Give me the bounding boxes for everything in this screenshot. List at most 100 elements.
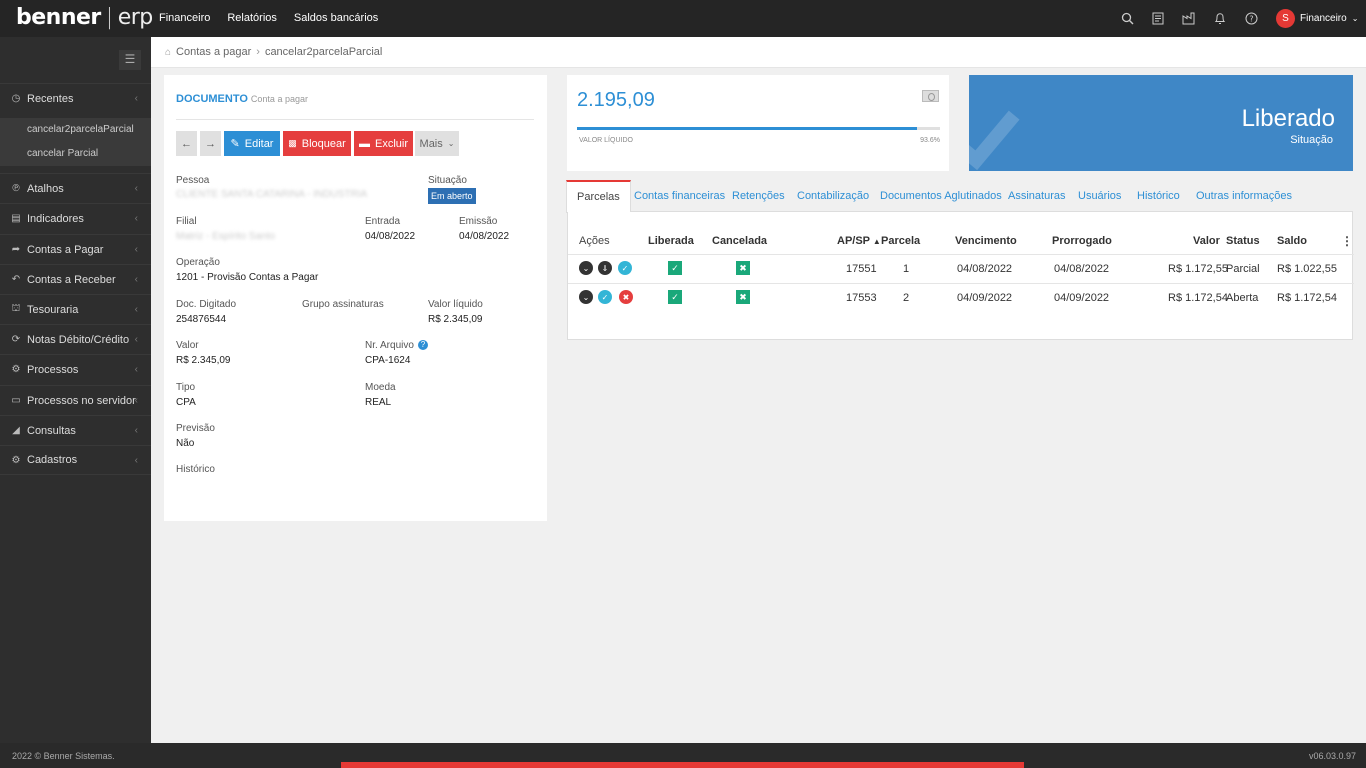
sidebar-recent-item[interactable]: cancelar Parcial	[0, 142, 151, 166]
tab-retencoes[interactable]: Retenções	[732, 180, 785, 212]
tab-outras-informacoes[interactable]: Outras informações	[1196, 180, 1292, 212]
column-options-icon[interactable]: ⋮	[1341, 234, 1353, 248]
sidebar-item-atalhos[interactable]: ℗ Atalhos ‹	[0, 173, 151, 203]
moeda-value: REAL	[365, 397, 392, 408]
nr-arquivo-label: Nr. Arquivo?	[365, 340, 428, 351]
previous-button[interactable]: ←	[176, 131, 197, 156]
tab-contabilizacao[interactable]: Contabilização	[797, 180, 869, 212]
status-title: Liberado	[1241, 105, 1335, 132]
sidebar-item-cadastros[interactable]: ⚙ Cadastros ‹	[0, 445, 151, 475]
lock-icon: ▩	[288, 138, 297, 148]
tab-parcelas[interactable]: Parcelas	[566, 180, 631, 213]
emissao-label: Emissão	[459, 216, 498, 227]
sidebar-recent-item[interactable]: cancelar2parcelaParcial	[0, 118, 151, 142]
sidebar-item-processos[interactable]: ⚙ Processos ‹	[0, 354, 151, 384]
hamburger-icon[interactable]: ☰	[119, 50, 141, 70]
laptop-icon: ▭	[11, 395, 21, 406]
search-icon[interactable]	[1120, 11, 1134, 25]
report-icon[interactable]	[1151, 11, 1165, 25]
sidebar-item-tesouraria[interactable]: ⛫ Tesouraria ‹	[0, 294, 151, 324]
col-apsp[interactable]: AP/SP ▲	[837, 235, 881, 247]
doc-digitado-value: 254876544	[176, 314, 227, 325]
arrow-left-icon: ←	[181, 137, 192, 150]
chevron-left-icon: ‹	[134, 183, 138, 194]
check-icon[interactable]: ✓	[598, 290, 612, 304]
delete-button[interactable]: ▬ Excluir	[354, 131, 413, 156]
operacao-label: Operação	[176, 257, 220, 268]
valor-liquido-card: 2.195,09 VALOR LÍQUIDO 93.6%	[567, 75, 949, 171]
col-acoes: Ações	[579, 235, 610, 247]
chart-icon: ▤	[11, 213, 21, 224]
col-cancelada[interactable]: Cancelada	[712, 235, 767, 247]
col-parcela[interactable]: Parcela	[881, 235, 920, 247]
chevron-down-icon: ⌄	[447, 139, 455, 148]
svg-text:?: ?	[1249, 14, 1253, 23]
progress-percent: 93.6%	[920, 137, 940, 144]
cancelada-x-icon: ✖	[736, 290, 750, 304]
valor-value: R$ 2.345,09	[176, 355, 231, 366]
sidebar-item-contas-a-receber[interactable]: ↶ Contas a Receber ‹	[0, 264, 151, 294]
col-liberada[interactable]: Liberada	[648, 235, 694, 247]
expand-icon[interactable]: ⇓	[598, 261, 612, 275]
col-status[interactable]: Status	[1226, 235, 1260, 247]
close-icon[interactable]: ✖	[619, 290, 633, 304]
more-button[interactable]: Mais ⌄	[415, 131, 459, 156]
col-saldo[interactable]: Saldo	[1277, 235, 1307, 247]
chevron-left-icon: ‹	[134, 304, 138, 315]
tab-documentos-aglutinados[interactable]: Documentos Aglutinados	[880, 180, 1002, 212]
home-icon[interactable]: ⌂	[165, 47, 171, 58]
tab-assinaturas[interactable]: Assinaturas	[1008, 180, 1065, 212]
tab-contas-financeiras[interactable]: Contas financeiras	[634, 180, 725, 212]
liberada-check-icon: ✓	[668, 261, 682, 275]
sidebar-item-consultas[interactable]: ◢ Consultas ‹	[0, 415, 151, 445]
valor-liquido-caption: VALOR LÍQUIDO	[579, 137, 633, 144]
sidebar-item-notas-debito-credito[interactable]: ⟳ Notas Débito/Crédito ‹	[0, 324, 151, 354]
topnav-financeiro[interactable]: Financeiro	[159, 12, 210, 24]
chevron-down-icon[interactable]: ⌄	[579, 261, 593, 275]
table-row[interactable]: ⌄ ✓ ✖ ✓ ✖ 17553 2 04/09/2022 04/09/2022 …	[568, 283, 1354, 312]
avatar: S	[1276, 9, 1295, 28]
sidebar-item-contas-a-pagar[interactable]: ➦ Contas a Pagar ‹	[0, 234, 151, 264]
brand-logo[interactable]: benner | erp	[16, 5, 153, 30]
topnav-saldos-bancarios[interactable]: Saldos bancários	[294, 12, 378, 24]
factory-icon[interactable]	[1182, 11, 1196, 25]
valor-liquido-value: R$ 2.345,09	[428, 314, 483, 325]
col-prorrogado[interactable]: Prorrogado	[1052, 235, 1112, 247]
shortcut-icon: ℗	[12, 183, 20, 194]
clock-icon: ◷	[11, 93, 21, 104]
help-icon[interactable]: ?	[417, 340, 428, 351]
sort-up-icon: ▲	[872, 237, 881, 246]
topnav-relatorios[interactable]: Relatórios	[227, 12, 277, 24]
chevron-left-icon: ‹	[134, 274, 138, 285]
breadcrumb-root[interactable]: Contas a pagar	[176, 46, 251, 58]
document-title: DOCUMENTO Conta a pagar	[176, 93, 308, 105]
chevron-left-icon: ‹	[134, 425, 138, 436]
user-menu[interactable]: S Financeiro ⌄	[1276, 9, 1358, 28]
filial-value: Matriz - Espírito Santo	[176, 231, 275, 242]
sidebar-item-recentes[interactable]: ◷ Recentes ‹	[0, 83, 151, 113]
help-icon[interactable]: ?	[1244, 11, 1258, 25]
edit-button[interactable]: ✎ Editar	[224, 131, 280, 156]
block-button[interactable]: ▩ Bloquear	[283, 131, 351, 156]
chevron-left-icon: ‹	[134, 213, 138, 224]
document-panel: DOCUMENTO Conta a pagar ← → ✎ Editar ▩ Bl…	[164, 75, 547, 521]
checkmark-icon	[969, 93, 1020, 171]
col-vencimento[interactable]: Vencimento	[955, 235, 1017, 247]
entrada-label: Entrada	[365, 216, 401, 227]
sidebar-item-processos-no-servidor[interactable]: ▭ Processos no servidor ‹	[0, 385, 151, 415]
chevron-down-icon[interactable]: ⌄	[579, 290, 593, 304]
historico-label: Histórico	[176, 464, 215, 475]
reply-icon: ↶	[11, 274, 21, 285]
bell-icon[interactable]	[1213, 11, 1227, 25]
tab-usuarios[interactable]: Usuários	[1078, 180, 1121, 212]
next-button[interactable]: →	[200, 131, 221, 156]
col-valor[interactable]: Valor	[1193, 235, 1220, 247]
table-row[interactable]: ⌄ ⇓ ✓ ✓ ✖ 17551 1 04/08/2022 04/08/2022 …	[568, 254, 1354, 283]
tab-bar: Parcelas Contas financeiras Retenções Co…	[566, 180, 1353, 213]
pessoa-label: Pessoa	[176, 175, 210, 186]
tipo-label: Tipo	[176, 382, 196, 393]
user-label: Financeiro	[1300, 13, 1347, 24]
tab-historico[interactable]: Histórico	[1137, 180, 1180, 212]
check-icon[interactable]: ✓	[618, 261, 632, 275]
sidebar-item-indicadores[interactable]: ▤ Indicadores ‹	[0, 203, 151, 233]
